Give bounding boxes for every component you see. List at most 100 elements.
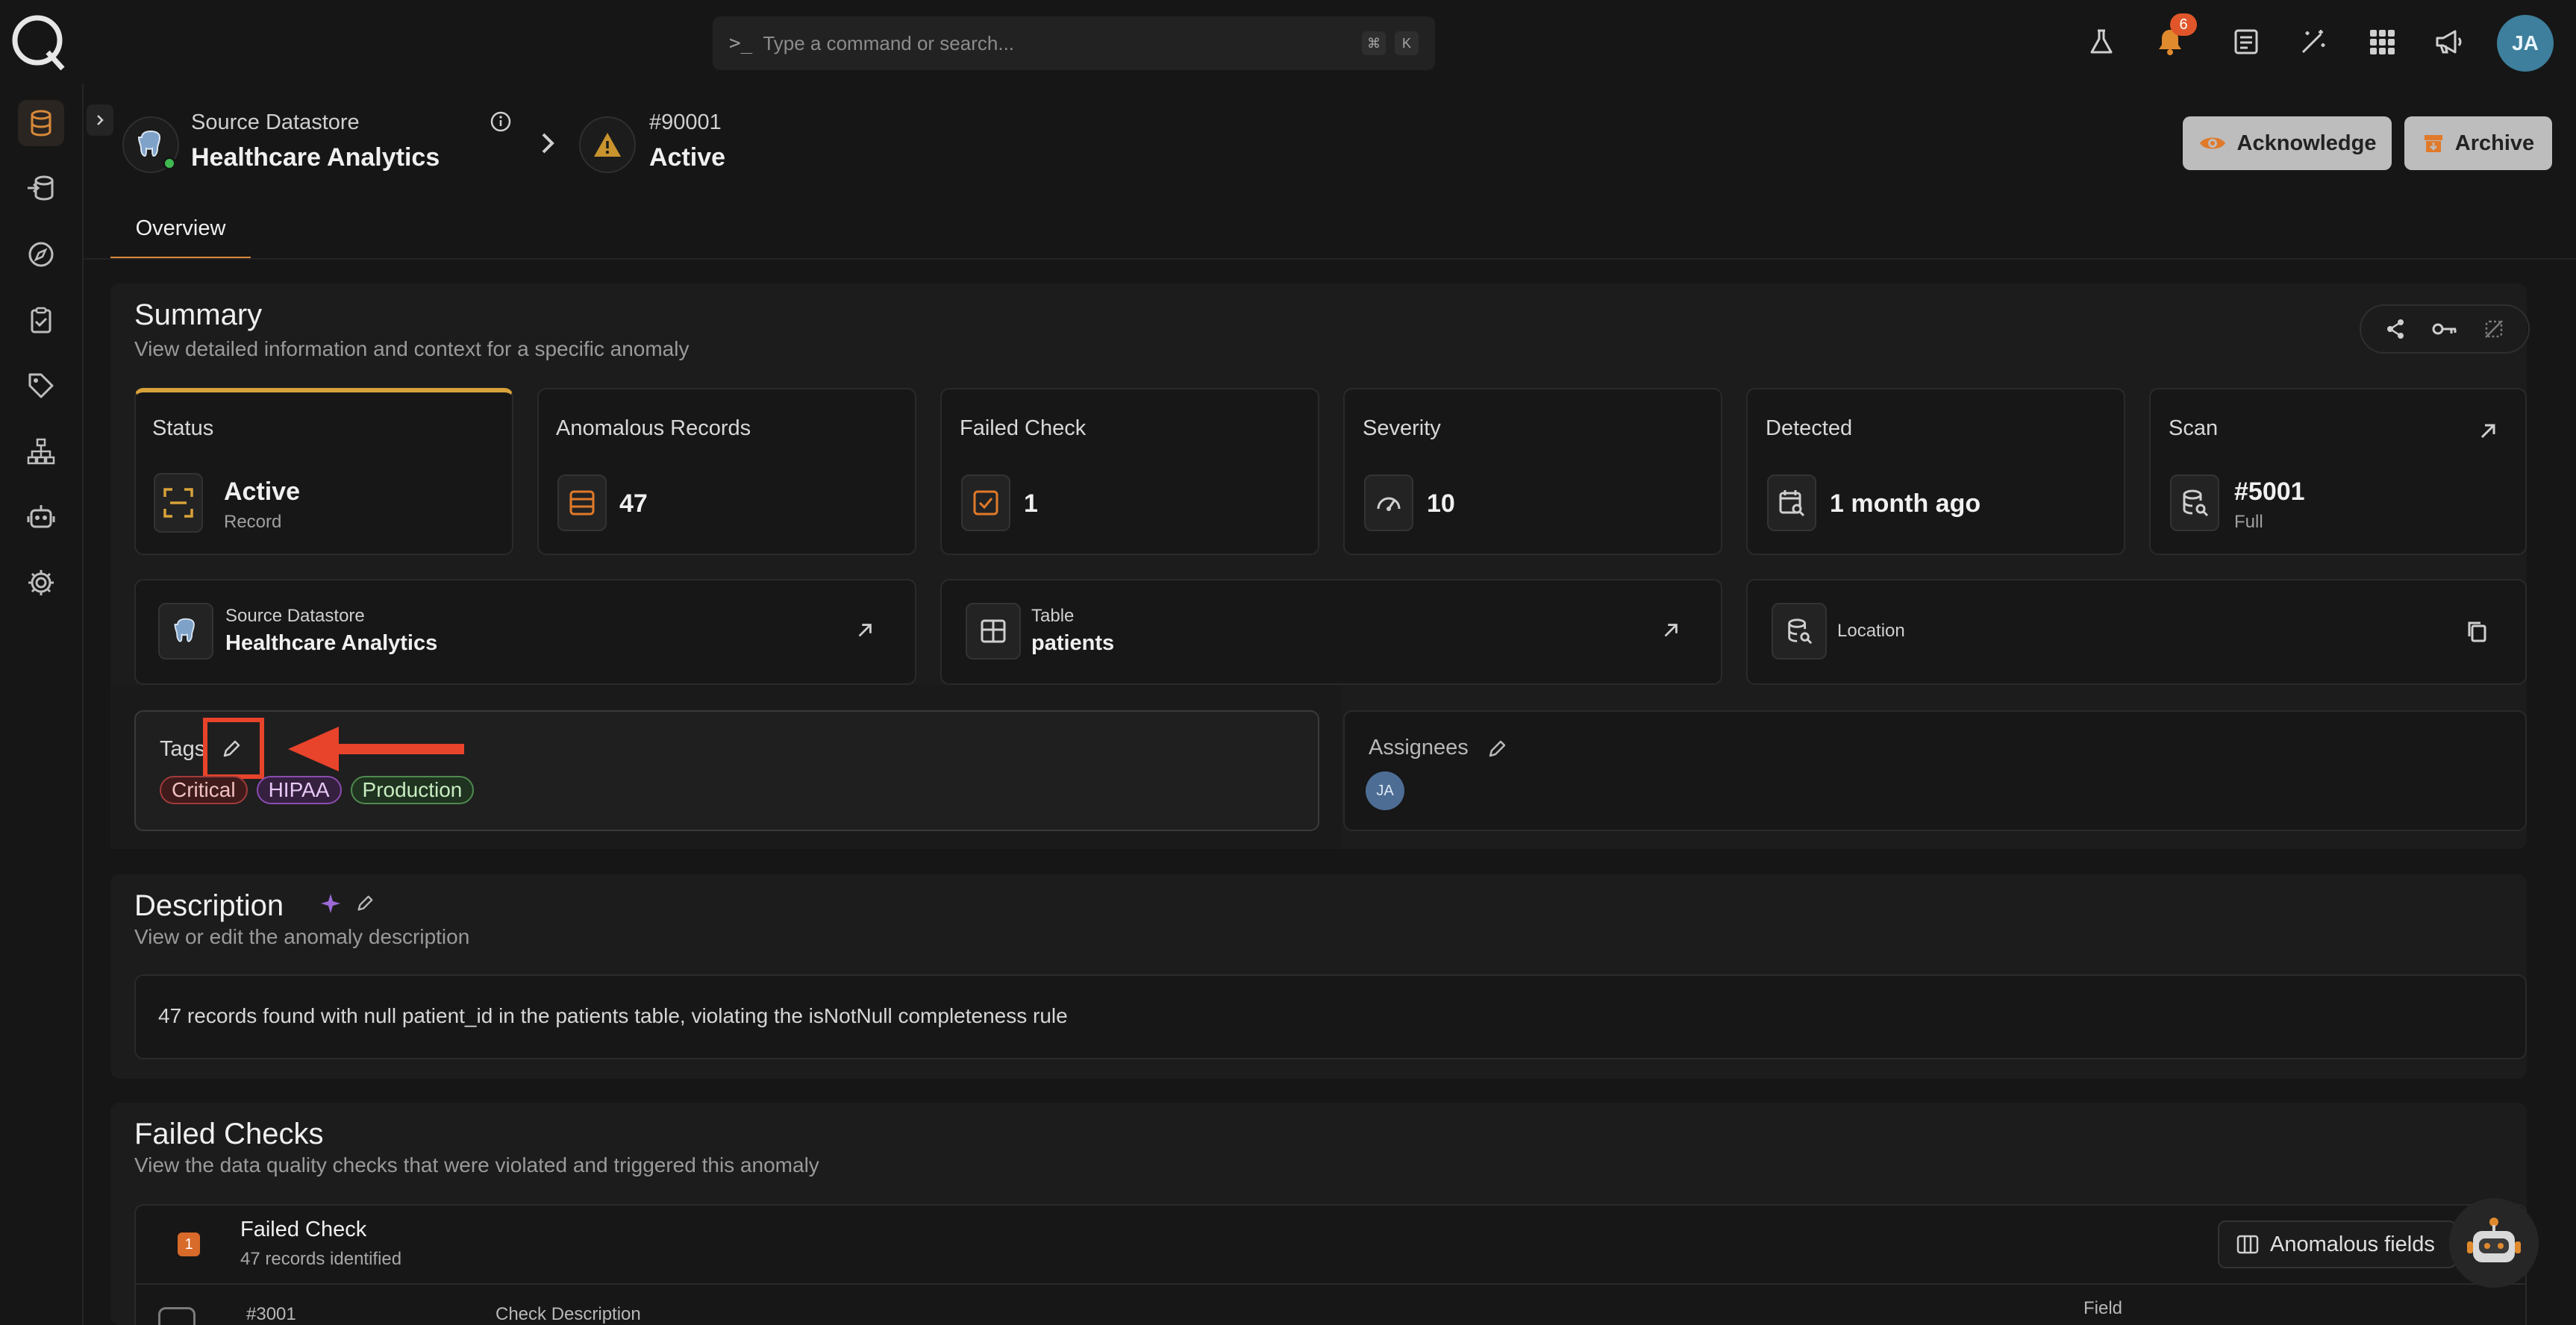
nav-settings-gear-icon[interactable] <box>18 560 64 606</box>
table-value: patients <box>1031 631 1115 655</box>
share-icon[interactable] <box>2384 318 2407 340</box>
check-description-header: Check Description <box>495 1304 641 1324</box>
field-header: Field <box>2083 1298 2123 1318</box>
header-datastore-title[interactable]: Healthcare Analytics <box>191 143 440 172</box>
info-icon[interactable] <box>490 110 512 133</box>
postgres-elephant-icon <box>158 603 213 660</box>
app-logo[interactable] <box>9 10 69 73</box>
summary-title: Summary <box>134 298 263 331</box>
anomalous-fields-label: Anomalous fields <box>2270 1232 2435 1256</box>
open-datastore-arrow-icon[interactable] <box>855 621 875 640</box>
archive-button[interactable]: Archive <box>2404 116 2552 170</box>
open-table-arrow-icon[interactable] <box>1661 621 1681 640</box>
stat-anomalous-records-value: 47 <box>619 489 648 518</box>
acknowledge-label: Acknowledge <box>2236 131 2377 155</box>
archive-label: Archive <box>2454 131 2535 155</box>
datastore-connected-dot <box>163 157 176 170</box>
nav-checks-clipboard-icon[interactable] <box>18 297 64 343</box>
assistant-robot-icon[interactable] <box>2449 1198 2539 1288</box>
flask-icon[interactable] <box>2082 22 2121 61</box>
failed-checks-title: Failed Checks <box>134 1118 324 1150</box>
terminal-prompt-icon: >_ <box>729 32 753 54</box>
check-rule-icon <box>158 1307 196 1325</box>
stat-status-label: Status <box>152 416 214 440</box>
megaphone-icon[interactable] <box>2430 22 2469 61</box>
calendar-search-icon <box>1767 474 1816 531</box>
shortcut-key-cmd: ⌘ <box>1362 31 1386 55</box>
summary-actions-group <box>2360 304 2530 354</box>
tag-hipaa[interactable]: HIPAA <box>256 776 342 804</box>
tag-critical[interactable]: Critical <box>160 776 248 804</box>
records-list-icon <box>557 474 607 531</box>
description-title: Description <box>134 889 284 922</box>
annotation-arrow <box>285 725 464 773</box>
source-datastore-value: Healthcare Analytics <box>225 631 438 655</box>
failed-check-title: Failed Check <box>240 1218 367 1241</box>
assignees-label: Assignees <box>1369 736 1469 759</box>
location-label: Location <box>1837 621 1905 641</box>
open-scan-arrow-icon[interactable] <box>2477 421 2498 442</box>
database-search-icon <box>2170 474 2219 531</box>
failed-check-sub: 47 records identified <box>240 1249 402 1269</box>
description-subtitle: View or edit the anomaly description <box>134 925 470 948</box>
acknowledge-button[interactable]: Acknowledge <box>2183 116 2392 170</box>
edit-description-pencil-icon[interactable] <box>355 894 375 913</box>
key-icon[interactable] <box>2432 320 2457 338</box>
archive-box-icon <box>2422 132 2445 154</box>
tags-list: Critical HIPAA Production <box>160 776 475 804</box>
nav-explore-compass-icon[interactable] <box>18 231 64 278</box>
sidebar-collapse-button[interactable] <box>87 104 113 136</box>
tags-label: Tags <box>160 737 206 761</box>
nav-hierarchy-icon[interactable] <box>18 428 64 474</box>
stat-status-sub: Record <box>224 512 282 532</box>
failed-check-number-badge: 1 <box>178 1232 200 1256</box>
nav-enrichment-icon[interactable] <box>18 166 64 212</box>
tag-production[interactable]: Production <box>350 776 475 804</box>
failed-checks-subtitle: View the data quality checks that were v… <box>134 1153 819 1177</box>
failed-check-icon <box>961 474 1010 531</box>
speedometer-icon <box>1364 474 1413 531</box>
command-search[interactable]: >_ Type a command or search... ⌘ K <box>713 16 1435 70</box>
table-label: Table <box>1031 606 1075 626</box>
edit-assignees-pencil-icon[interactable] <box>1486 739 1507 759</box>
database-location-icon <box>1772 603 1827 660</box>
columns-icon <box>2236 1234 2260 1255</box>
nav-datastore-icon[interactable] <box>18 100 64 146</box>
eye-icon <box>2198 133 2227 154</box>
anomalous-fields-button[interactable]: Anomalous fields <box>2218 1221 2457 1268</box>
user-avatar[interactable]: JA <box>2497 15 2554 72</box>
breadcrumb-chevron-icon <box>539 128 557 158</box>
stat-severity-value: 10 <box>1427 489 1455 518</box>
stat-scan-sub: Full <box>2234 512 2263 532</box>
warning-triangle-icon <box>579 116 636 173</box>
stat-anomalous-records-label: Anomalous Records <box>556 416 751 440</box>
nav-agent-robot-icon[interactable] <box>18 494 64 540</box>
failed-check-card <box>134 1204 2527 1325</box>
stat-status-value: Active <box>224 477 301 506</box>
stat-severity-label: Severity <box>1363 416 1441 440</box>
copy-icon[interactable] <box>2466 619 2488 643</box>
command-search-placeholder: Type a command or search... <box>763 31 1015 54</box>
stat-scan-label: Scan <box>2169 416 2219 440</box>
apps-grid-icon[interactable] <box>2363 22 2401 61</box>
document-icon[interactable] <box>2227 22 2266 61</box>
tab-overview[interactable]: Overview <box>110 213 251 260</box>
stat-failed-check-label: Failed Check <box>960 416 1087 440</box>
ai-sparkle-icon[interactable] <box>319 892 342 915</box>
stat-failed-check-value: 1 <box>1024 489 1038 518</box>
nav-tags-icon[interactable] <box>18 363 64 409</box>
stat-detected-label: Detected <box>1766 416 1853 440</box>
hide-disabled-icon[interactable] <box>2483 318 2505 340</box>
summary-subtitle: View detailed information and context fo… <box>134 337 690 360</box>
stat-scan-value: #5001 <box>2234 477 2305 506</box>
table-grid-icon <box>966 603 1021 660</box>
check-id[interactable]: #3001 <box>246 1304 296 1325</box>
source-datastore-label: Source Datastore <box>225 606 365 626</box>
magic-wand-icon[interactable] <box>2294 22 2333 61</box>
stat-detected-value: 1 month ago <box>1830 489 1981 518</box>
notification-count-badge: 6 <box>2170 13 2197 36</box>
assignee-avatar[interactable]: JA <box>1366 771 1404 810</box>
failed-check-divider <box>136 1283 2525 1285</box>
assignees-card <box>1343 710 2527 831</box>
header-anomaly-id: #90001 <box>649 110 722 134</box>
